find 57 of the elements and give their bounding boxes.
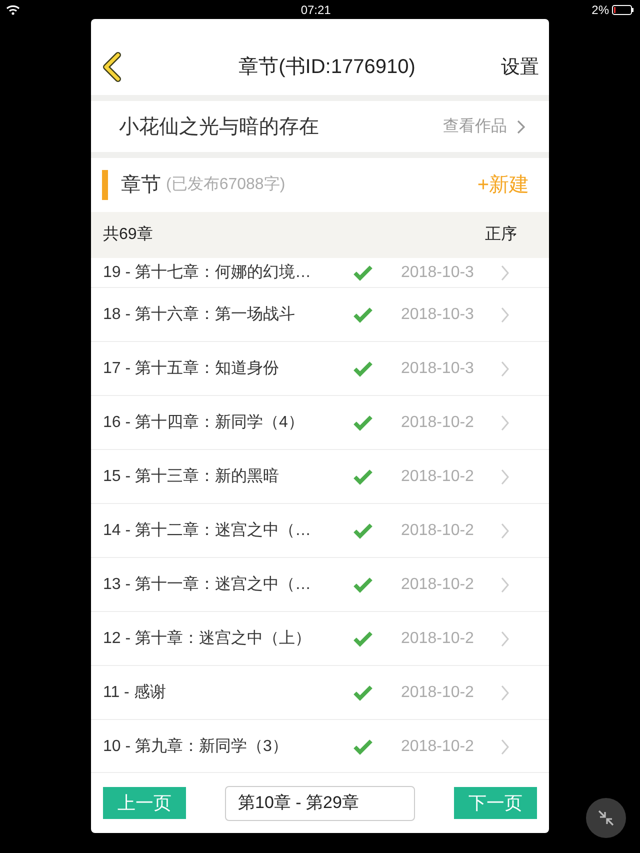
- battery-level: 2%: [592, 2, 609, 18]
- chevron-icon: [517, 120, 525, 134]
- chapter-title: 18 - 第十六章：第一场战斗: [103, 304, 296, 324]
- section-title: 章节: [121, 173, 161, 198]
- chapter-date: 2018-10-2: [401, 682, 475, 702]
- chapter-date: 2018-10-3: [401, 304, 475, 324]
- status-time: 07:21: [300, 2, 331, 18]
- page-title: 章节(书ID:1776910): [238, 55, 416, 80]
- chapter-title: 13 - 第十一章：迷宫之中（…: [103, 574, 312, 594]
- collapse-button[interactable]: [586, 798, 626, 838]
- chapter-date: 2018-10-2: [401, 412, 475, 432]
- chapter-title: 11 - 感谢: [103, 682, 167, 702]
- chapter-date: 2018-10-2: [401, 466, 475, 486]
- back-icon[interactable]: [101, 52, 123, 82]
- chapter-title: 15 - 第十三章：新的黑暗: [103, 466, 280, 486]
- chevron-icon: [501, 468, 509, 484]
- chapter-date: 2018-10-3: [401, 358, 475, 378]
- chapter-count: 共69章: [103, 224, 153, 245]
- settings-link[interactable]: 设置: [501, 54, 539, 82]
- book-title: 小花仙之光与暗的存在: [119, 114, 319, 140]
- battery-icon: [612, 4, 634, 14]
- chapter-title: 16 - 第十四章：新同学（4）: [103, 412, 305, 432]
- chapter-row[interactable]: 13 - 第十一章：迷宫之中（… 2018-10-2: [91, 558, 549, 612]
- chapter-row[interactable]: 18 - 第十六章：第一场战斗 2018-10-3: [91, 288, 549, 342]
- chapter-title: 19 - 第十七章：何娜的幻境…: [103, 262, 312, 282]
- chapter-date: 2018-10-2: [401, 520, 475, 540]
- chapter-row[interactable]: 19 - 第十七章：何娜的幻境… 2018-10-3: [91, 258, 549, 288]
- chevron-icon: [501, 576, 509, 592]
- section-subtitle: (已发布67088字): [166, 174, 286, 195]
- accent-bar: [102, 170, 108, 200]
- chapter-title: 17 - 第十五章：知道身份: [103, 358, 280, 378]
- chapter-row[interactable]: 12 - 第十章：迷宫之中（上） 2018-10-2: [91, 612, 549, 666]
- chapter-date: 2018-10-3: [401, 262, 475, 282]
- wifi-icon: [6, 4, 20, 14]
- chapter-title: 10 - 第九章：新同学（3）: [103, 736, 289, 756]
- chapter-title: 14 - 第十二章：迷宫之中（…: [103, 520, 312, 540]
- chevron-icon: [501, 522, 509, 538]
- chevron-icon: [501, 264, 509, 280]
- collapse-icon: [596, 808, 616, 828]
- chapter-row[interactable]: 15 - 第十三章：新的黑暗 2018-10-2: [91, 450, 549, 504]
- chapter-row[interactable]: 16 - 第十四章：新同学（4） 2018-10-2: [91, 396, 549, 450]
- sort-toggle[interactable]: 正序: [485, 223, 517, 247]
- chapter-row[interactable]: 11 - 感谢 2018-10-2: [91, 666, 549, 720]
- page-range-field[interactable]: 第10章 - 第29章: [225, 786, 415, 820]
- chapter-date: 2018-10-2: [401, 736, 475, 756]
- chevron-icon: [501, 630, 509, 646]
- chapter-row[interactable]: 17 - 第十五章：知道身份 2018-10-3: [91, 342, 549, 396]
- chevron-icon: [501, 360, 509, 376]
- chevron-icon: [501, 684, 509, 700]
- chapter-date: 2018-10-2: [401, 574, 475, 594]
- chevron-icon: [501, 738, 509, 754]
- chapter-title: 12 - 第十章：迷宫之中（上）: [103, 628, 312, 648]
- chapter-row[interactable]: 10 - 第九章：新同学（3） 2018-10-2: [91, 720, 549, 772]
- chevron-icon: [501, 306, 509, 322]
- chapter-date: 2018-10-2: [401, 628, 475, 648]
- chevron-icon: [501, 414, 509, 430]
- chapter-row[interactable]: 14 - 第十二章：迷宫之中（… 2018-10-2: [91, 504, 549, 558]
